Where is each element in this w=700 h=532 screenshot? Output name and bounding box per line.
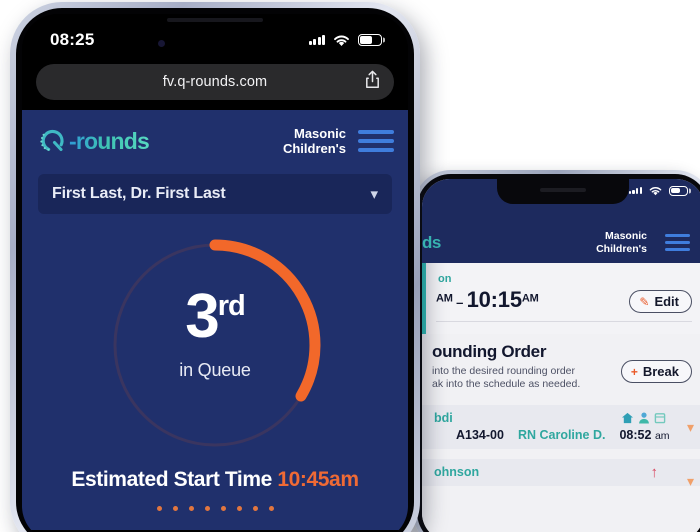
wifi-icon <box>649 187 662 196</box>
progress-dot <box>236 506 242 511</box>
rounding-order-desc-line1: into the desired rounding order <box>432 365 576 377</box>
time-dash: – <box>456 295 464 310</box>
hamburger-menu-icon[interactable] <box>665 234 690 251</box>
progress-dot <box>156 506 162 511</box>
phone-back-app-header: ds Masonic Children's <box>422 179 700 263</box>
hospital-name-line1: Masonic <box>293 126 346 141</box>
front-camera-icon <box>158 40 165 47</box>
q-mark-icon <box>40 129 64 152</box>
phone-back-device: ds Masonic Children's on AM – 10:15AM ✎ … <box>413 170 700 532</box>
pencil-icon: ✎ <box>639 294 650 309</box>
hospital-name-line1: Masonic <box>604 230 647 242</box>
rounding-order-text: ounding Order into the desired rounding … <box>432 342 580 391</box>
time-start-ampm: AM <box>436 292 453 305</box>
rounding-order-desc-line2: ak into the schedule as needed. <box>432 378 581 390</box>
queue-gauge-center: 3rd in Queue <box>100 286 330 381</box>
phone-back-brand-row: ds Masonic Children's <box>422 230 700 255</box>
wifi-icon <box>334 35 349 47</box>
chevron-down-icon[interactable]: ▾ <box>370 185 378 203</box>
provider-select-value: First Last, Dr. First Last <box>52 185 226 202</box>
progress-dots <box>22 506 408 511</box>
q-rounds-logo-icon[interactable]: -rounds <box>38 126 150 156</box>
hamburger-menu-icon[interactable] <box>358 130 394 152</box>
earpiece-speaker <box>167 18 263 22</box>
logo-wordmark: -rounds <box>69 127 150 154</box>
queue-position: 3rd <box>100 286 330 348</box>
rounding-order-section: ounding Order into the desired rounding … <box>422 334 700 397</box>
progress-dot <box>252 506 258 511</box>
bed-icon <box>654 413 666 424</box>
edit-button-label: Edit <box>654 294 679 309</box>
home-icon <box>621 412 634 424</box>
screenshot-stage: ds Masonic Children's on AM – 10:15AM ✎ … <box>0 0 700 532</box>
time-end: 10:15 <box>466 287 522 312</box>
break-button[interactable]: + Break <box>620 360 692 383</box>
app-header: -rounds Masonic Children's <box>22 110 408 172</box>
status-indicators <box>308 33 382 47</box>
phone-back-status-bar <box>628 185 688 196</box>
hospital-name-line2: Children's <box>282 141 346 156</box>
table-row[interactable]: ohnson ↑ ▾ <box>422 459 700 489</box>
hospital-name: Masonic Children's <box>596 230 647 255</box>
chevron-down-icon[interactable]: ▾ <box>687 419 694 436</box>
progress-dot <box>172 506 178 511</box>
q-rounds-app: -rounds Masonic Children's First Last, D… <box>22 110 408 530</box>
progress-dot <box>220 506 226 511</box>
time-end-ampm: AM <box>521 292 539 305</box>
queue-position-suffix: rd <box>217 290 246 322</box>
rounding-order-description: into the desired rounding order ak into … <box>432 365 580 391</box>
schedule-card: on AM – 10:15AM ✎ Edit <box>422 263 700 334</box>
estimated-start-time: Estimated Start Time 10:45am <box>22 468 408 492</box>
hospital-name: Masonic Children's <box>283 126 346 156</box>
battery-icon <box>669 185 688 196</box>
queue-gauge: 3rd in Queue <box>100 230 330 460</box>
earpiece-speaker <box>540 188 586 192</box>
progress-dot <box>188 506 194 511</box>
patient-time-value: 08:52 <box>619 428 652 442</box>
phone-back-screen: ds Masonic Children's on AM – 10:15AM ✎ … <box>422 179 700 532</box>
estimated-start-value: 10:45am <box>277 468 359 491</box>
up-arrow-icon[interactable]: ↑ <box>651 464 659 481</box>
q-rounds-logo-icon: ds <box>422 232 441 252</box>
patient-meta: A134-00 RN Caroline D. 08:52 am <box>434 428 694 442</box>
browser-url-bar[interactable]: fv.q-rounds.com <box>36 64 394 100</box>
edit-button[interactable]: ✎ Edit <box>629 290 692 313</box>
person-icon <box>639 412 649 424</box>
header-right: Masonic Children's <box>283 126 394 156</box>
schedule-time: AM – 10:15AM <box>436 287 539 313</box>
share-icon[interactable] <box>365 70 380 94</box>
queue-position-number: 3 <box>185 282 220 351</box>
break-button-label: Break <box>642 364 679 379</box>
patient-time-ampm: am <box>654 430 670 442</box>
queue-caption: in Queue <box>179 360 251 380</box>
status-clock: 08:25 <box>50 30 95 49</box>
estimated-start-label: Estimated Start Time <box>71 468 272 491</box>
patient-time: 08:52 am <box>619 428 669 442</box>
schedule-time-row: AM – 10:15AM ✎ Edit <box>436 287 692 313</box>
patient-room: A134-00 <box>456 428 504 442</box>
phone-front-screen: 08:25 fv.q-rounds.com -rounds Masonic Ch… <box>22 14 408 532</box>
plus-icon: + <box>630 364 638 379</box>
phone-back-content: on AM – 10:15AM ✎ Edit ounding Order int… <box>422 263 700 532</box>
rounding-order-title: ounding Order <box>432 342 547 361</box>
provider-select[interactable]: First Last, Dr. First Last ▾ <box>38 174 392 214</box>
url-text: fv.q-rounds.com <box>162 74 268 90</box>
progress-dot <box>204 506 210 511</box>
patient-nurse: RN Caroline D. <box>517 428 606 442</box>
hospital-name-line2: Children's <box>596 242 647 255</box>
battery-icon <box>358 34 382 46</box>
card-divider <box>436 321 692 322</box>
schedule-subtitle: on <box>438 273 452 285</box>
cellular-signal-icon <box>308 35 325 45</box>
phone-front-device: 08:25 fv.q-rounds.com -rounds Masonic Ch… <box>10 2 420 532</box>
cellular-signal-icon <box>628 186 642 195</box>
patient-status-icons <box>621 412 666 424</box>
table-row[interactable]: bdi ▾ A134-00 RN Caroline D. 08:52 am <box>422 405 700 449</box>
progress-dot <box>268 506 274 511</box>
phone-back-notch <box>497 179 629 204</box>
chevron-down-icon[interactable]: ▾ <box>687 473 694 490</box>
